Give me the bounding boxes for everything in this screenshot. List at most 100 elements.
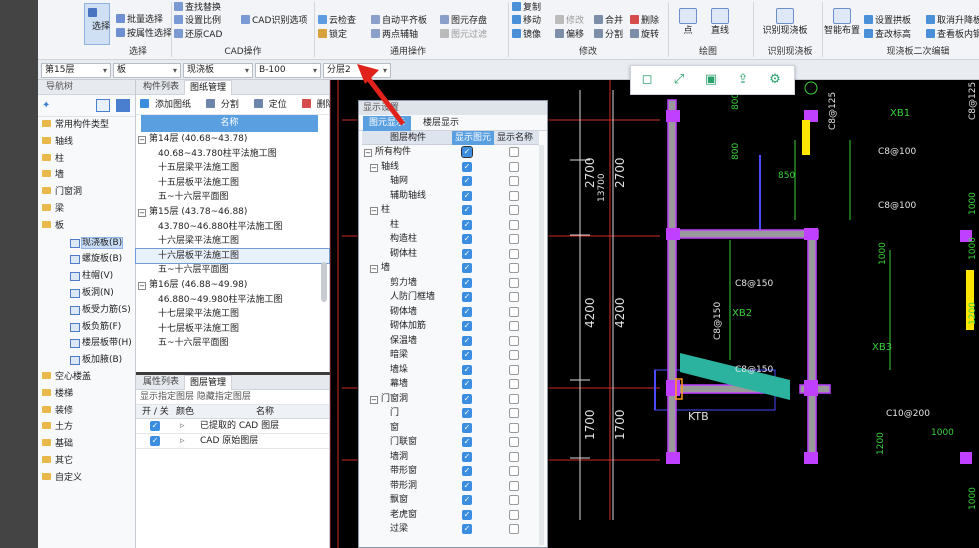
locate-button[interactable]: 定位 bbox=[253, 99, 293, 110]
collapse-icon[interactable]: − bbox=[138, 208, 146, 217]
collapse-icon[interactable]: − bbox=[370, 163, 378, 172]
nav-item[interactable]: 其它 bbox=[38, 453, 135, 470]
show-name-checkbox[interactable] bbox=[509, 190, 519, 201]
rotate-button[interactable]: 旋转 bbox=[630, 29, 659, 41]
show-name-checkbox[interactable] bbox=[509, 176, 519, 186]
drawing-row[interactable]: 十五层板平法施工图 bbox=[136, 176, 329, 191]
show-element-checkbox[interactable]: ✓ bbox=[462, 205, 472, 215]
collapse-icon[interactable]: − bbox=[138, 281, 146, 290]
mirror-button[interactable]: 镜像 bbox=[512, 29, 541, 41]
tab-layer-manager[interactable]: 图层管理 bbox=[184, 375, 233, 390]
nav-slab-child[interactable]: 板洞(N) bbox=[38, 285, 135, 302]
lock-button[interactable]: 锁定 bbox=[318, 29, 347, 41]
drawing-scrollbar[interactable] bbox=[321, 262, 327, 302]
expand-arrow-icon[interactable]: ▹ bbox=[180, 419, 185, 434]
nav-slab-child[interactable]: 板负筋(F) bbox=[38, 319, 135, 336]
display-row[interactable]: 构造柱 ✓ bbox=[362, 232, 539, 247]
display-row[interactable]: − 柱 ✓ bbox=[362, 203, 539, 218]
show-name-checkbox[interactable] bbox=[509, 379, 519, 389]
pin-icon[interactable]: ✦ bbox=[42, 100, 50, 111]
show-element-checkbox[interactable]: ✓ bbox=[461, 146, 473, 158]
display-row[interactable]: 墙垛 ✓ bbox=[362, 363, 539, 378]
show-name-checkbox[interactable] bbox=[509, 248, 519, 259]
show-element-checkbox[interactable]: ✓ bbox=[462, 364, 472, 375]
show-name-checkbox[interactable] bbox=[509, 321, 519, 331]
drawing-row[interactable]: 46.880~49.980柱平法施工图 bbox=[136, 293, 329, 308]
show-name-checkbox[interactable] bbox=[509, 466, 519, 476]
show-name-checkbox[interactable] bbox=[509, 451, 519, 462]
show-name-checkbox[interactable] bbox=[509, 234, 519, 244]
save-element-button[interactable]: 图元存盘 bbox=[440, 15, 487, 27]
add-drawing-button[interactable]: 添加图纸 bbox=[140, 99, 197, 110]
collapse-icon[interactable]: − bbox=[138, 136, 146, 144]
type-select[interactable]: 板 bbox=[113, 63, 181, 78]
display-row[interactable]: 带形洞 ✓ bbox=[362, 479, 539, 494]
tab-drawing-manager[interactable]: 图纸管理 bbox=[184, 80, 233, 95]
cancel-lift-slab-button[interactable]: 取消升降板 bbox=[926, 15, 979, 27]
collapse-icon[interactable]: − bbox=[370, 207, 378, 215]
display-row[interactable]: 暗梁 ✓ bbox=[362, 348, 539, 363]
floor-group-row[interactable]: − 第14层 (40.68~43.78) bbox=[136, 132, 329, 147]
nav-slab-child[interactable]: 柱帽(V) bbox=[38, 268, 135, 285]
nav-slab-child[interactable]: 板受力筋(S) bbox=[38, 302, 135, 319]
show-element-checkbox[interactable]: ✓ bbox=[462, 437, 472, 447]
drawing-row[interactable]: 43.780~46.880柱平法施工图 bbox=[136, 220, 329, 235]
two-point-axis-button[interactable]: 两点辅轴 bbox=[371, 29, 418, 41]
floor-group-row[interactable]: − 第16层 (46.88~49.98) bbox=[136, 278, 329, 293]
show-element-checkbox[interactable]: ✓ bbox=[462, 480, 472, 491]
offset-button[interactable]: 偏移 bbox=[555, 29, 584, 41]
list-view-icon[interactable] bbox=[96, 99, 110, 112]
cloud-check-button[interactable]: 云检查 bbox=[318, 15, 356, 27]
tab-component-list[interactable]: 构件列表 bbox=[138, 80, 184, 95]
show-element-checkbox[interactable]: ✓ bbox=[462, 292, 472, 302]
nav-item[interactable]: 基础 bbox=[38, 436, 135, 453]
display-row[interactable]: 窗 ✓ bbox=[362, 421, 539, 436]
share-icon[interactable]: ⇪ bbox=[735, 72, 751, 88]
show-name-checkbox[interactable] bbox=[509, 335, 519, 346]
display-row[interactable]: 轴网 ✓ bbox=[362, 174, 539, 189]
nav-item[interactable]: 空心楼盖 bbox=[38, 369, 135, 386]
show-element-checkbox[interactable]: ✓ bbox=[462, 306, 472, 317]
nav-item[interactable]: 墙 bbox=[38, 167, 135, 184]
show-element-checkbox[interactable]: ✓ bbox=[462, 321, 472, 331]
modify-button[interactable]: 修改 bbox=[555, 15, 584, 27]
show-name-checkbox[interactable] bbox=[509, 437, 519, 447]
nav-item[interactable]: 门窗洞 bbox=[38, 184, 135, 201]
drawing-row[interactable]: 五~十六层平面图 bbox=[136, 263, 329, 278]
show-element-checkbox[interactable]: ✓ bbox=[462, 422, 472, 433]
show-element-checkbox[interactable]: ✓ bbox=[462, 263, 472, 273]
display-row[interactable]: 保温墙 ✓ bbox=[362, 334, 539, 349]
show-name-checkbox[interactable] bbox=[509, 350, 519, 360]
show-element-checkbox[interactable]: ✓ bbox=[462, 176, 472, 186]
display-row[interactable]: 门 ✓ bbox=[362, 406, 539, 421]
point-button[interactable]: 点 bbox=[674, 8, 702, 37]
line-button[interactable]: 直线 bbox=[706, 8, 734, 37]
show-element-checkbox[interactable]: ✓ bbox=[462, 350, 472, 360]
show-element-checkbox[interactable]: ✓ bbox=[462, 335, 472, 346]
collapse-icon[interactable]: − bbox=[370, 395, 378, 404]
display-row[interactable]: 剪力墙 ✓ bbox=[362, 276, 539, 291]
nav-slab-child[interactable]: 板加腋(B) bbox=[38, 352, 135, 369]
show-element-checkbox[interactable]: ✓ bbox=[462, 524, 472, 534]
display-row[interactable]: 砌体墙 ✓ bbox=[362, 305, 539, 320]
show-name-checkbox[interactable] bbox=[509, 205, 519, 215]
copy-button[interactable]: 复制 bbox=[512, 2, 541, 14]
show-name-checkbox[interactable] bbox=[509, 161, 519, 172]
drawing-row[interactable]: 十五层梁平法施工图 bbox=[136, 161, 329, 176]
show-element-checkbox[interactable]: ✓ bbox=[462, 379, 472, 389]
tab-floor-display[interactable]: 楼层显示 bbox=[417, 116, 465, 131]
tab-properties[interactable]: 属性列表 bbox=[138, 375, 184, 390]
expand-arrow-icon[interactable]: ▹ bbox=[180, 434, 185, 449]
nav-item[interactable]: 柱 bbox=[38, 151, 135, 168]
display-row[interactable]: 飘窗 ✓ bbox=[362, 493, 539, 508]
show-element-checkbox[interactable]: ✓ bbox=[462, 219, 472, 230]
cube-icon[interactable]: ◻ bbox=[639, 72, 655, 88]
split-drawing-button[interactable]: 分割 bbox=[205, 99, 245, 110]
display-row[interactable]: 砌体柱 ✓ bbox=[362, 247, 539, 262]
display-row[interactable]: 带形窗 ✓ bbox=[362, 464, 539, 479]
hide-layer-link[interactable]: 隐藏指定图层 bbox=[197, 392, 251, 402]
show-element-checkbox[interactable]: ✓ bbox=[462, 408, 472, 418]
drawing-row[interactable]: 40.68~43.780柱平法施工图 bbox=[136, 147, 329, 162]
display-row[interactable]: 人防门框墙 ✓ bbox=[362, 290, 539, 305]
nav-slab-child[interactable]: 现浇板(B) bbox=[38, 235, 135, 252]
